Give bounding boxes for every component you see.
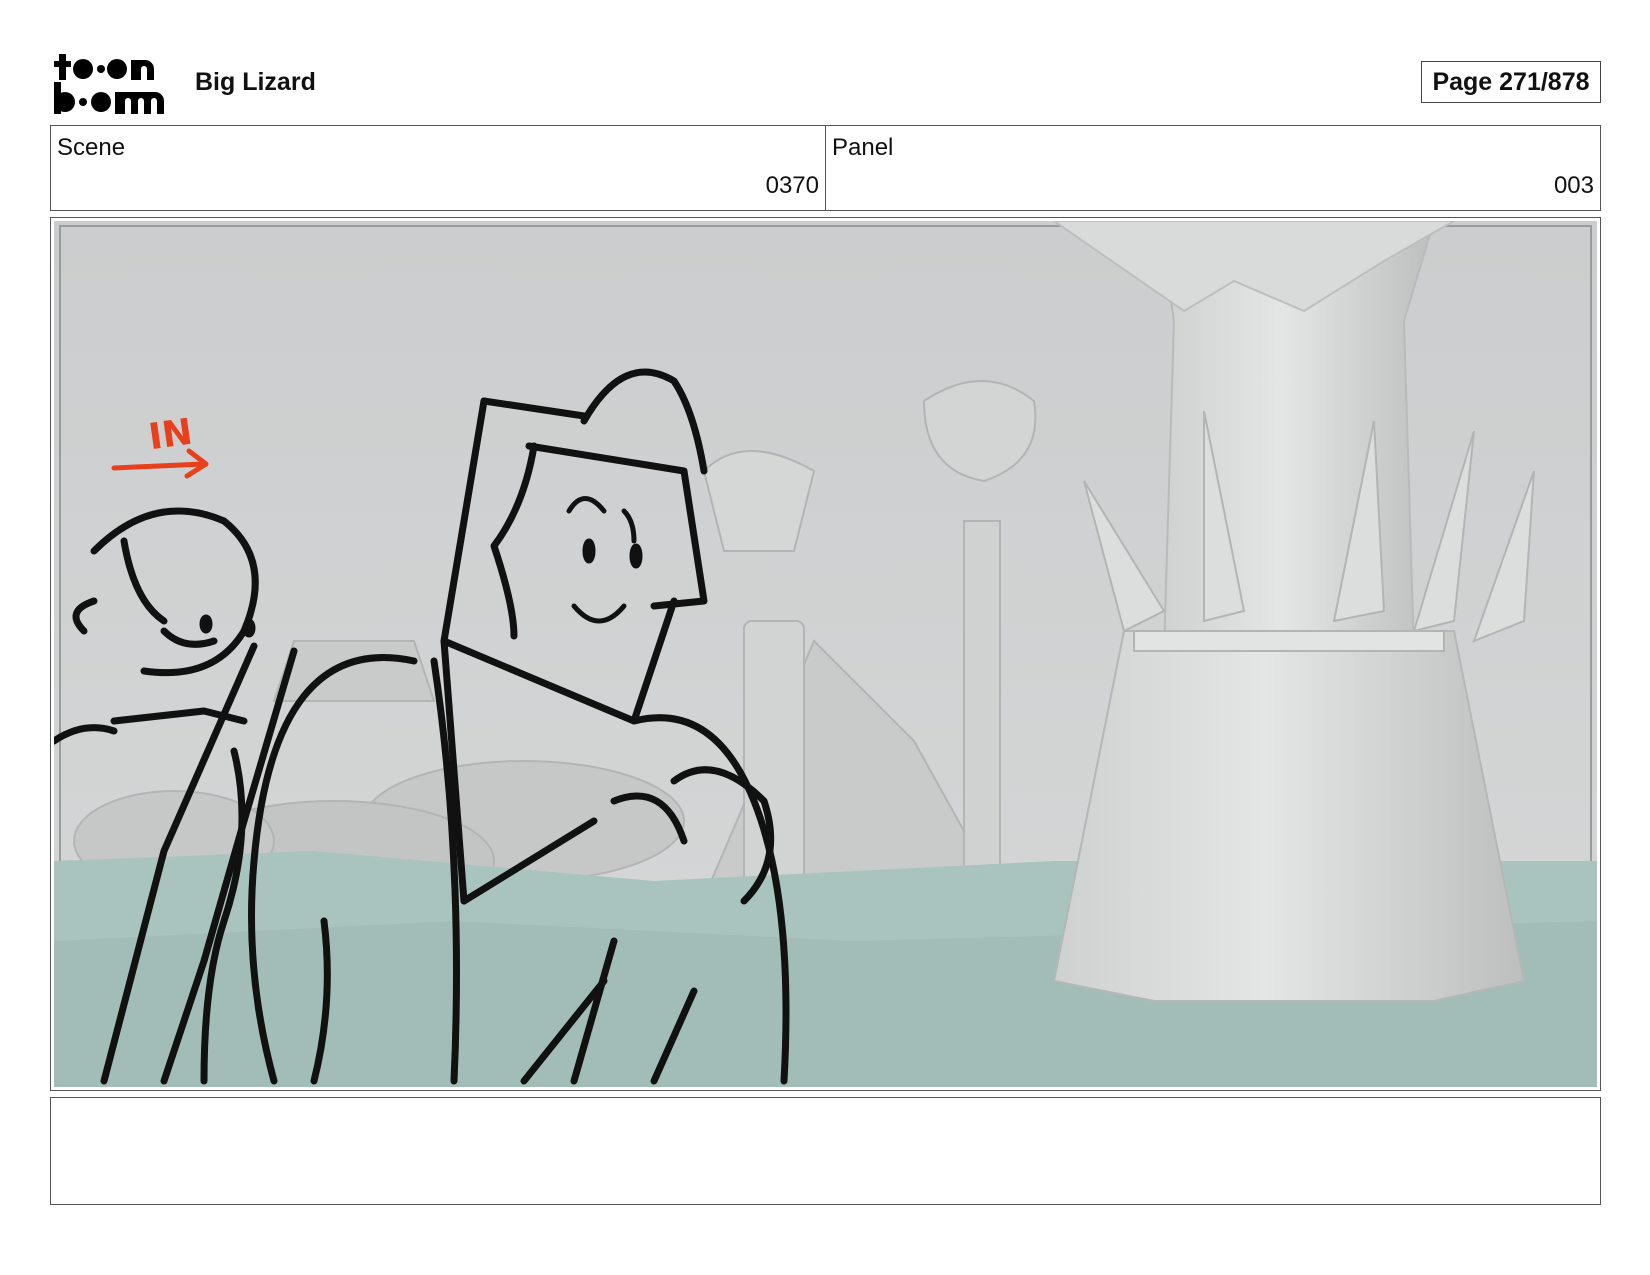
storyboard-panel: IN (50, 217, 1601, 1091)
panel-value: 003 (1553, 172, 1594, 199)
page-number: Page 271/878 (1421, 61, 1601, 103)
scene-label: Scene (57, 134, 126, 161)
panel-label: Panel (832, 134, 894, 161)
panel-notes-box (50, 1097, 1601, 1205)
scene-panel-info: Scene 0370 Panel 003 (50, 125, 1601, 211)
scene-cell: Scene 0370 (51, 126, 825, 210)
project-title: Big Lizard (195, 68, 316, 96)
panel-drawing: IN (54, 221, 1597, 1087)
panel-cell: Panel 003 (825, 126, 1600, 210)
toonboom-logo (53, 52, 171, 116)
scene-value: 0370 (765, 172, 819, 199)
